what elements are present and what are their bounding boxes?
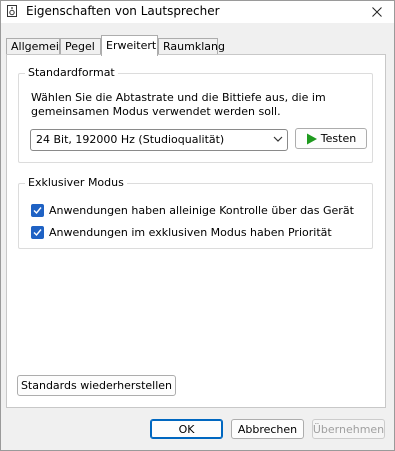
format-select-value: 24 Bit, 192000 Hz (Studioqualität) — [36, 133, 225, 146]
apply-button[interactable]: Übernehmen — [312, 419, 385, 439]
exclusive-priority-option[interactable]: Anwendungen im exklusiven Modus haben Pr… — [31, 224, 332, 240]
checkmark-icon — [33, 206, 42, 214]
exclusive-priority-label: Anwendungen im exklusiven Modus haben Pr… — [49, 225, 332, 239]
tab-allgemein[interactable]: Allgemein — [6, 38, 66, 54]
properties-dialog: Eigenschaften von Lautsprecher Allgemein… — [0, 0, 395, 451]
close-button[interactable] — [359, 1, 394, 23]
test-button-label: Testen — [320, 132, 357, 145]
tab-panel-erweitert: Standardformat Wählen Sie die Abtastrate… — [6, 54, 386, 408]
exclusive-control-label: Anwendungen haben alleinige Kontrolle üb… — [49, 203, 354, 217]
exclusive-control-option[interactable]: Anwendungen haben alleinige Kontrolle üb… — [31, 202, 354, 218]
play-icon — [306, 133, 317, 144]
chevron-down-icon — [273, 136, 283, 142]
standardformat-description: Wählen Sie die Abtastrate und die Bittie… — [31, 91, 326, 118]
speaker-icon — [7, 5, 17, 17]
ok-button[interactable]: OK — [150, 419, 223, 439]
exclusive-control-checkbox[interactable] — [31, 203, 44, 217]
window-title: Eigenschaften von Lautsprecher — [26, 4, 220, 18]
restore-defaults-button[interactable]: Standards wiederherstellen — [17, 375, 176, 396]
format-select[interactable]: 24 Bit, 192000 Hz (Studioqualität) — [30, 129, 288, 151]
title-bar: Eigenschaften von Lautsprecher — [1, 1, 394, 23]
exclusive-mode-group: Exklusiver Modus Anwendungen haben allei… — [18, 176, 373, 249]
standardformat-legend: Standardformat — [25, 66, 118, 79]
standardformat-group: Standardformat Wählen Sie die Abtastrate… — [18, 66, 373, 163]
exclusive-mode-legend: Exklusiver Modus — [25, 176, 127, 189]
tab-raumklang[interactable]: Raumklang — [158, 38, 225, 54]
tab-pegel[interactable]: Pegel — [60, 38, 101, 54]
checkmark-icon — [33, 228, 42, 236]
tab-bar: Allgemein Pegel Erweitert Raumklang — [1, 35, 394, 56]
close-icon — [371, 7, 382, 17]
test-button[interactable]: Testen — [295, 128, 367, 149]
cancel-button[interactable]: Abbrechen — [231, 419, 304, 439]
exclusive-priority-checkbox[interactable] — [31, 225, 44, 239]
tab-erweitert[interactable]: Erweitert — [101, 35, 158, 56]
